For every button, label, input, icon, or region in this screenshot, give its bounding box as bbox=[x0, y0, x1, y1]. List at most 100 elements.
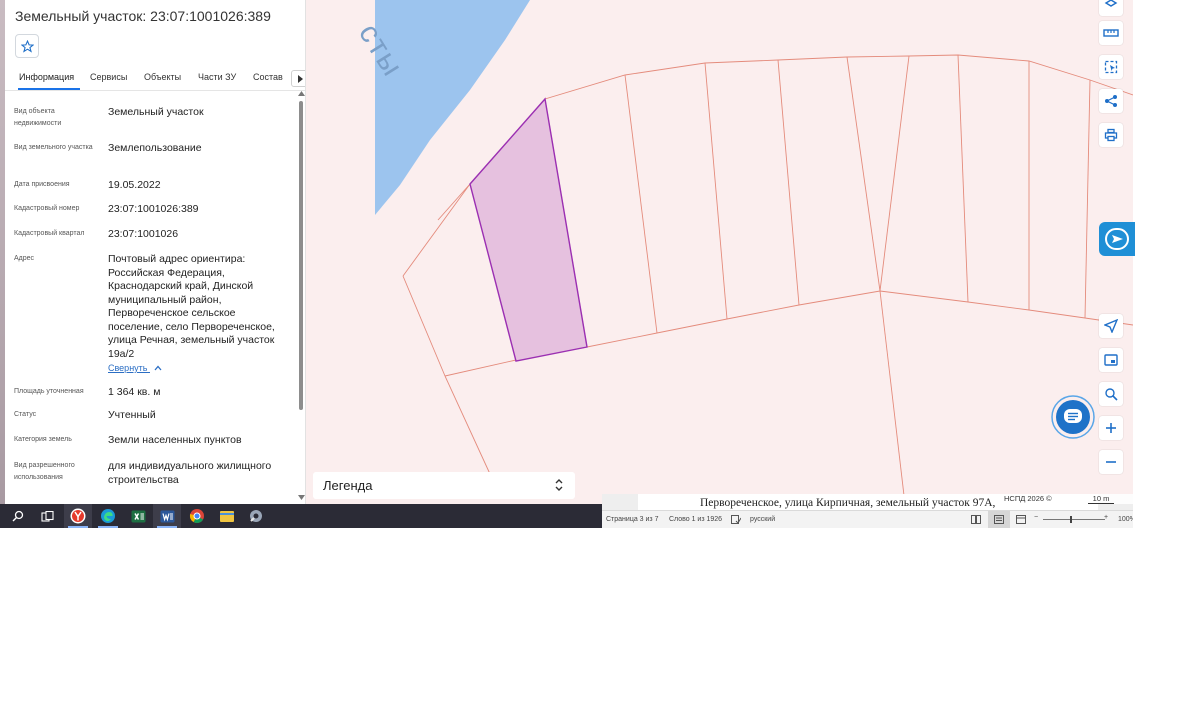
excel-icon bbox=[131, 510, 145, 522]
map-attribution: НСПД 2026 © 10 m bbox=[1000, 494, 1133, 504]
settings-icon bbox=[250, 510, 262, 522]
edge-icon bbox=[101, 509, 115, 523]
search-icon bbox=[12, 510, 24, 522]
scroll-up-icon[interactable] bbox=[298, 91, 305, 96]
taskbar-task-view[interactable] bbox=[33, 504, 61, 528]
tab-parts[interactable]: Части ЗУ bbox=[198, 72, 236, 82]
attribution-text: НСПД 2026 © bbox=[1004, 494, 1052, 503]
attribute-label: Вид разрешенного использования bbox=[14, 462, 75, 481]
taskbar-settings[interactable] bbox=[242, 504, 270, 528]
taskbar-search[interactable] bbox=[4, 504, 32, 528]
file-explorer-icon bbox=[220, 511, 234, 522]
tab-services[interactable]: Сервисы bbox=[90, 72, 127, 82]
address-value: Почтовый адрес ориентира: Российская Фед… bbox=[108, 253, 275, 360]
tab-composition[interactable]: Состав bbox=[253, 72, 283, 82]
print-layout-button[interactable] bbox=[988, 511, 1010, 528]
legend-label: Легенда bbox=[323, 478, 373, 493]
word-icon bbox=[160, 510, 174, 522]
attribute-label: Кадастровый номер bbox=[14, 205, 80, 212]
chevron-right-icon bbox=[297, 74, 303, 83]
select-area-icon bbox=[1104, 60, 1118, 74]
taskbar-chrome[interactable] bbox=[183, 504, 211, 528]
taskbar bbox=[0, 504, 602, 528]
task-view-icon bbox=[40, 510, 54, 522]
screen: сты Земельный участок: 23:07:1001026:389… bbox=[0, 0, 1200, 721]
star-icon bbox=[20, 39, 34, 53]
attribute-label: Вид земельного участка bbox=[14, 144, 93, 151]
attribute-value: 23:07:1001026 bbox=[108, 228, 179, 240]
proofing-icon[interactable] bbox=[731, 515, 741, 524]
tabs-scroll-button[interactable] bbox=[291, 70, 305, 87]
language-indicator[interactable]: русский bbox=[750, 516, 775, 523]
active-indicator bbox=[68, 526, 88, 528]
select-area-button[interactable] bbox=[1099, 55, 1123, 79]
zoom-slider-thumb[interactable] bbox=[1070, 516, 1072, 523]
web-layout-icon[interactable] bbox=[1016, 515, 1026, 524]
tab-objects[interactable]: Объекты bbox=[144, 72, 181, 82]
legend-panel[interactable]: Легенда bbox=[313, 472, 575, 499]
print-button[interactable] bbox=[1099, 123, 1123, 147]
locate-button[interactable] bbox=[1099, 314, 1123, 338]
attribute-value: 23:07:1001026:389 bbox=[108, 203, 199, 215]
attribute-value: Землепользование bbox=[108, 142, 202, 154]
yandex-browser-icon bbox=[70, 508, 86, 524]
attribute-value: 19.05.2022 bbox=[108, 179, 161, 191]
active-indicator bbox=[98, 526, 118, 528]
collapse-link[interactable]: Свернуть bbox=[108, 363, 162, 373]
layers-icon bbox=[1104, 0, 1118, 7]
attribute-value: Земли населенных пунктов bbox=[108, 434, 242, 446]
taskbar-file-explorer[interactable] bbox=[213, 504, 241, 528]
layers-button[interactable] bbox=[1099, 0, 1123, 16]
tab-bar: Информация Сервисы Объекты Части ЗУ Сост… bbox=[15, 68, 305, 90]
collapse-label: Свернуть bbox=[108, 363, 148, 373]
ruler-icon bbox=[1103, 29, 1119, 37]
read-mode-icon[interactable] bbox=[971, 515, 981, 524]
selected-parcel bbox=[469, 97, 588, 362]
attribute-label: Дата присвоения bbox=[14, 181, 70, 188]
zoom-in-button[interactable] bbox=[1099, 416, 1123, 440]
page-counter[interactable]: Страница 3 из 7 bbox=[606, 516, 658, 523]
tab-information[interactable]: Информация bbox=[19, 72, 74, 82]
attribute-label: Категория земель bbox=[14, 436, 72, 443]
minimap-icon bbox=[1104, 354, 1118, 366]
attribute-value: 1 364 кв. м bbox=[108, 386, 161, 398]
share-icon bbox=[1105, 95, 1117, 107]
share-button[interactable] bbox=[1099, 89, 1123, 113]
scroll-down-icon[interactable] bbox=[298, 495, 305, 500]
attribute-label: Площадь уточненная bbox=[14, 388, 84, 395]
assistant-icon bbox=[1105, 228, 1129, 250]
zoom-out-icon bbox=[1106, 461, 1116, 463]
zoom-out-symbol[interactable]: − bbox=[1034, 514, 1038, 521]
measure-button[interactable] bbox=[1099, 21, 1123, 45]
attribute-label: Адрес bbox=[14, 255, 35, 262]
assistant-button[interactable] bbox=[1099, 222, 1135, 256]
word-counter[interactable]: Слово 1 из 1926 bbox=[669, 516, 722, 523]
word-status-bar: Страница 3 из 7 Слово 1 из 1926 русский … bbox=[602, 510, 1133, 528]
attribute-value: Учтенный bbox=[108, 409, 156, 421]
zoom-in-icon bbox=[1106, 423, 1116, 433]
taskbar-edge[interactable] bbox=[94, 504, 122, 528]
zoom-in-symbol[interactable]: + bbox=[1104, 514, 1108, 521]
page-title: Земельный участок: 23:07:1001026:389 bbox=[15, 8, 271, 24]
divider bbox=[5, 90, 305, 91]
attribute-label: Статус bbox=[14, 411, 37, 418]
favorite-button[interactable] bbox=[15, 34, 39, 58]
attribute-value: для индивидуального жилищного строительс… bbox=[108, 460, 272, 486]
zoom-level[interactable]: 100% bbox=[1118, 516, 1133, 523]
taskbar-word[interactable] bbox=[153, 504, 181, 528]
zoom-slider[interactable] bbox=[1043, 519, 1105, 520]
zoom-out-button[interactable] bbox=[1099, 450, 1123, 474]
locate-icon bbox=[1104, 319, 1118, 333]
search-location-icon bbox=[1105, 388, 1118, 401]
taskbar-excel[interactable] bbox=[124, 504, 152, 528]
chrome-icon bbox=[189, 509, 204, 523]
search-location-button[interactable] bbox=[1099, 382, 1123, 406]
print-icon bbox=[1104, 128, 1118, 142]
chat-icon bbox=[1051, 395, 1095, 439]
chevron-up-icon bbox=[154, 365, 162, 371]
active-indicator bbox=[157, 526, 177, 528]
chat-button[interactable] bbox=[1047, 393, 1099, 441]
taskbar-yandex-browser[interactable] bbox=[64, 504, 92, 528]
scrollbar-thumb[interactable] bbox=[299, 101, 303, 410]
minimap-button[interactable] bbox=[1099, 348, 1123, 372]
